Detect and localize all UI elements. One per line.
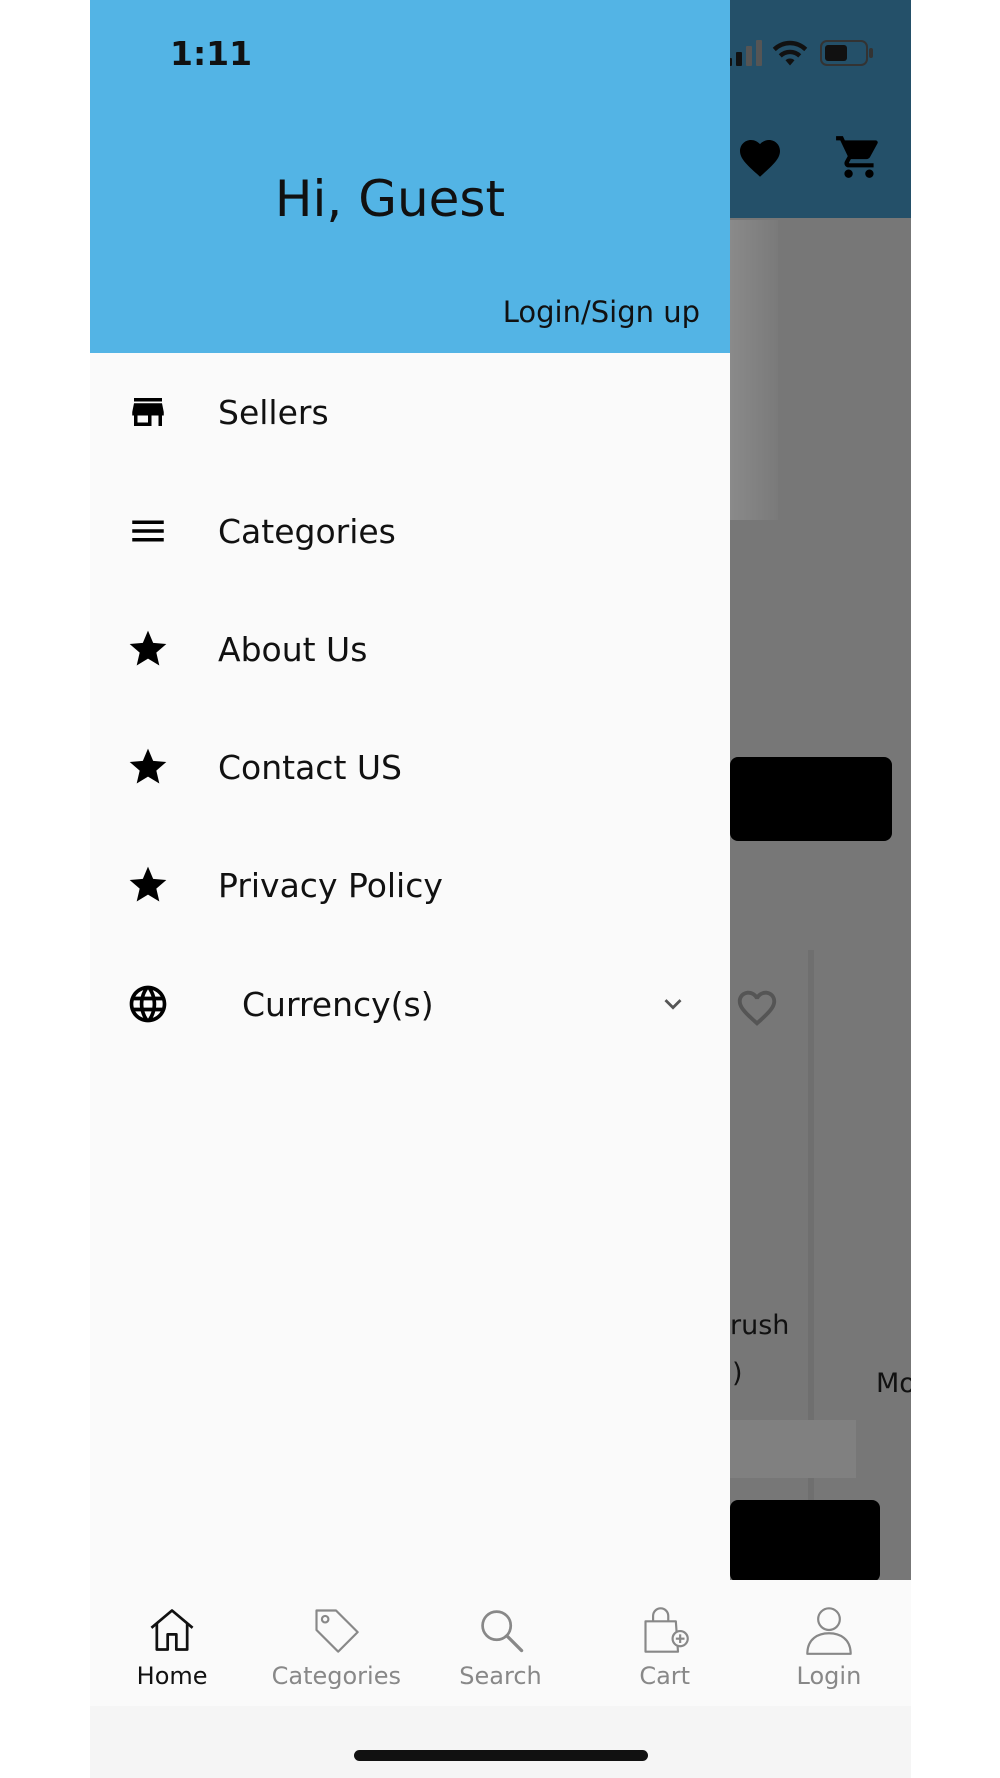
banner-button[interactable] [730,757,892,841]
product-rating-partial: ) [732,1358,743,1389]
product-name-partial-2: Mo [876,1368,911,1399]
home-icon [150,1609,194,1651]
home-indicator-area [90,1706,911,1778]
add-to-cart-button[interactable] [730,1500,880,1582]
product-heart-outline-icon[interactable] [730,985,784,1031]
tab-cart[interactable]: Cart [583,1580,747,1706]
tab-label: Search [459,1662,542,1690]
chevron-down-icon[interactable] [656,987,690,1021]
product-divider [808,950,814,1580]
tab-home[interactable]: Home [90,1580,254,1706]
menu-lines-icon [126,509,170,553]
banner-image [730,220,778,520]
drawer-item-label: Categories [218,511,396,551]
drawer-item-sellers[interactable]: Sellers [90,362,730,462]
phone-screen: rush ) Mo 1:11 Hi, Guest Login/Sign up S… [90,0,911,1778]
drawer-item-privacy-policy[interactable]: Privacy Policy [90,835,730,935]
drawer-item-label: Currency(s) [242,984,434,1024]
product-name-partial: rush [730,1310,790,1341]
bottom-tab-bar: Home Categories Search Cart Login [90,1580,911,1706]
tag-icon [315,1609,360,1653]
tab-search[interactable]: Search [418,1580,582,1706]
drawer-item-label: Privacy Policy [218,865,443,905]
product-quantity-strip [730,1420,856,1478]
store-icon [126,390,170,434]
tab-label: Categories [271,1662,401,1690]
search-icon [480,1610,523,1653]
status-time: 1:11 [170,34,253,73]
star-icon [126,863,170,907]
tab-label: Cart [639,1662,691,1690]
star-icon [126,745,170,789]
drawer-item-label: Contact US [218,747,402,787]
cellular-signal-icon [726,40,762,66]
home-indicator[interactable] [354,1750,648,1761]
wishlist-heart-icon[interactable] [736,134,784,182]
drawer-item-currency[interactable]: Currency(s) [90,954,730,1054]
drawer-item-label: Sellers [218,392,329,432]
drawer-item-about-us[interactable]: About Us [90,599,730,699]
navigation-drawer: 1:11 Hi, Guest Login/Sign up Sellers Cat… [90,0,730,1580]
drawer-item-contact-us[interactable]: Contact US [90,717,730,817]
drawer-header: 1:11 Hi, Guest Login/Sign up [90,0,730,353]
globe-icon [126,982,170,1026]
user-icon [806,1607,852,1655]
greeting-text: Hi, Guest [274,170,506,228]
tab-label: Login [796,1662,862,1690]
tab-categories[interactable]: Categories [254,1580,418,1706]
wifi-icon [772,40,808,66]
tab-label: Home [136,1662,208,1690]
cart-icon[interactable] [834,132,884,182]
star-icon [126,627,170,671]
login-signup-link[interactable]: Login/Sign up [503,295,700,329]
tab-login[interactable]: Login [747,1580,911,1706]
shopping-bag-icon [644,1607,689,1653]
drawer-item-categories[interactable]: Categories [90,481,730,581]
drawer-item-label: About Us [218,629,368,669]
battery-icon [820,40,873,66]
